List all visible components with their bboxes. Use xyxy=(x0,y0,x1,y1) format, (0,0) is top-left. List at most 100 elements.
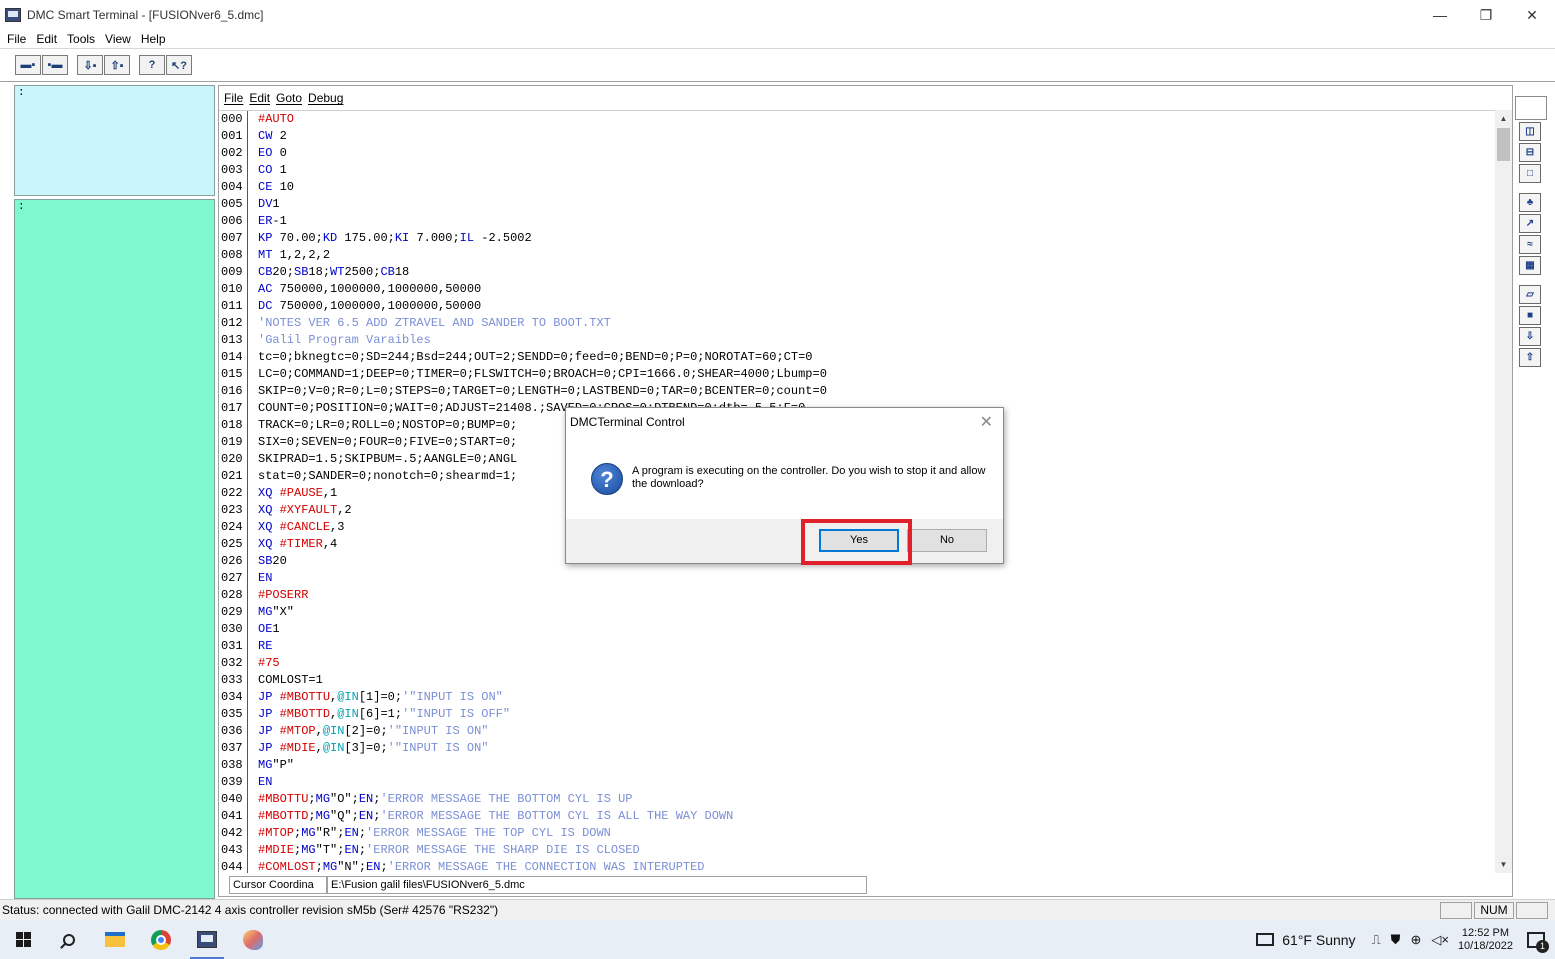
notifications-icon[interactable]: 1 xyxy=(1527,931,1549,953)
code-line[interactable]: 033 COMLOST=1 xyxy=(219,672,1497,689)
code-line[interactable]: 038 MG"P" xyxy=(219,757,1497,774)
single-window-icon[interactable]: □ xyxy=(1519,164,1541,183)
code-line[interactable]: 009 CB20;SB18;WT2500;CB18 xyxy=(219,264,1497,281)
line-number: 029 xyxy=(219,604,248,621)
help-icon[interactable]: ? xyxy=(139,55,165,75)
upload-program-icon[interactable]: ⇧ xyxy=(1519,348,1541,367)
tile-vertical-icon[interactable]: ◫ xyxy=(1519,122,1541,141)
code-line[interactable]: 034 JP #MBOTTU,@IN[1]=0;'"INPUT IS ON" xyxy=(219,689,1497,706)
context-help-icon[interactable]: ↖? xyxy=(166,55,192,75)
code-line[interactable]: 011 DC 750000,1000000,1000000,50000 xyxy=(219,298,1497,315)
code-line[interactable]: 016 SKIP=0;V=0;R=0;L=0;STEPS=0;TARGET=0;L… xyxy=(219,383,1497,400)
code-line[interactable]: 030 OE1 xyxy=(219,621,1497,638)
tile-horizontal-icon[interactable]: ⊟ xyxy=(1519,143,1541,162)
close-button[interactable]: ✕ xyxy=(1509,0,1555,30)
code-line[interactable]: 004 CE 10 xyxy=(219,179,1497,196)
volume-muted-icon[interactable]: ◁× xyxy=(1431,932,1449,948)
code-text: RE xyxy=(248,638,272,655)
code-line[interactable]: 043 #MDIE;MG"T";EN;'ERROR MESSAGE THE SHA… xyxy=(219,842,1497,859)
download-icon[interactable]: ⇩▪ xyxy=(77,55,103,75)
code-token: ; xyxy=(308,792,316,806)
code-line[interactable]: 013 'Galil Program Varaibles xyxy=(219,332,1497,349)
code-token: DV xyxy=(258,197,273,211)
code-line[interactable]: 010 AC 750000,1000000,1000000,50000 xyxy=(219,281,1497,298)
code-token: CB xyxy=(258,265,273,279)
code-line[interactable]: 039 EN xyxy=(219,774,1497,791)
search-button[interactable] xyxy=(46,920,92,959)
code-line[interactable]: 029 MG"X" xyxy=(219,604,1497,621)
save-file-icon[interactable]: ■ xyxy=(1519,306,1541,325)
editor-menu-file[interactable]: File xyxy=(221,88,246,108)
scroll-thumb[interactable] xyxy=(1497,128,1510,161)
code-line[interactable]: 027 EN xyxy=(219,570,1497,587)
open-file-icon[interactable]: ▱ xyxy=(1519,285,1541,304)
news-weather-icon[interactable] xyxy=(1256,933,1275,946)
dialog-message: A program is executing on the controller… xyxy=(632,465,986,490)
chrome-button[interactable] xyxy=(138,920,184,959)
code-text: JP #MTOP,@IN[2]=0;'"INPUT IS ON" xyxy=(248,723,488,740)
encoder-icon[interactable]: ≈ xyxy=(1519,235,1541,254)
code-line[interactable]: 005 DV1 xyxy=(219,196,1497,213)
menu-edit[interactable]: Edit xyxy=(31,30,62,48)
clock[interactable]: 12:52 PM 10/18/2022 xyxy=(1458,927,1513,953)
code-line[interactable]: 012 'NOTES VER 6.5 ADD ZTRAVEL AND SANDER… xyxy=(219,315,1497,332)
code-token: MT xyxy=(258,248,273,262)
code-line[interactable]: 006 ER-1 xyxy=(219,213,1497,230)
upload-icon[interactable]: ⇧▪ xyxy=(104,55,130,75)
code-line[interactable]: 003 CO 1 xyxy=(219,162,1497,179)
weather-text[interactable]: 61°F Sunny xyxy=(1282,932,1355,948)
code-line[interactable]: 035 JP #MBOTTD,@IN[6]=1;'"INPUT IS OFF" xyxy=(219,706,1497,723)
scroll-up-icon[interactable]: ▲ xyxy=(1495,110,1512,127)
editor-vertical-scrollbar[interactable]: ▲ ▼ xyxy=(1495,110,1512,873)
code-line[interactable]: 036 JP #MTOP,@IN[2]=0;'"INPUT IS ON" xyxy=(219,723,1497,740)
code-line[interactable]: 042 #MTOP;MG"R";EN;'ERROR MESSAGE THE TOP… xyxy=(219,825,1497,842)
connect-icon[interactable]: ▬▪ xyxy=(15,55,41,75)
code-text: MG"P" xyxy=(248,757,294,774)
maximize-button[interactable]: ❐ xyxy=(1463,0,1509,30)
code-line[interactable]: 044 #COMLOST;MG"N";EN;'ERROR MESSAGE THE … xyxy=(219,859,1497,873)
file-path: E:\Fusion galil files\FUSIONver6_5.dmc xyxy=(327,876,867,894)
paint-button[interactable] xyxy=(230,920,276,959)
code-line[interactable]: 037 JP #MDIE,@IN[3]=0;'"INPUT IS ON" xyxy=(219,740,1497,757)
code-token: TRACK=0;LR=0;ROLL=0;NOSTOP=0;BUMP=0; xyxy=(258,418,518,432)
usb-icon[interactable]: ⎍ xyxy=(1372,932,1381,948)
code-line[interactable]: 041 #MBOTTD;MG"Q";EN;'ERROR MESSAGE THE B… xyxy=(219,808,1497,825)
code-token: 0 xyxy=(272,146,287,160)
dialog-close-icon[interactable]: ✕ xyxy=(980,412,993,432)
editor-menu-debug[interactable]: Debug xyxy=(305,88,346,108)
editor-menu-goto[interactable]: Goto xyxy=(273,88,305,108)
code-line[interactable]: 000 #AUTO xyxy=(219,111,1497,128)
terminal-response-pane[interactable]: : xyxy=(14,85,215,196)
code-line[interactable]: 032 #75 xyxy=(219,655,1497,672)
disconnect-icon[interactable]: ▪▬ xyxy=(42,55,68,75)
start-button[interactable] xyxy=(0,920,46,959)
code-line[interactable]: 002 EO 0 xyxy=(219,145,1497,162)
code-line[interactable]: 040 #MBOTTU;MG"O";EN;'ERROR MESSAGE THE B… xyxy=(219,791,1497,808)
menu-file[interactable]: File xyxy=(2,30,31,48)
motion-icon[interactable]: ♣ xyxy=(1519,193,1541,212)
minimize-button[interactable]: — xyxy=(1417,0,1463,30)
menu-help[interactable]: Help xyxy=(136,30,171,48)
no-button[interactable]: No xyxy=(907,529,987,552)
terminal-command-pane[interactable]: : xyxy=(14,199,215,899)
code-line[interactable]: 028 #POSERR xyxy=(219,587,1497,604)
security-icon[interactable]: ⛊ xyxy=(1391,932,1401,948)
code-line[interactable]: 001 CW 2 xyxy=(219,128,1497,145)
file-explorer-button[interactable] xyxy=(92,920,138,959)
code-line[interactable]: 014 tc=0;bknegtc=0;SD=244;Bsd=244;OUT=2;S… xyxy=(219,349,1497,366)
code-text: 'NOTES VER 6.5 ADD ZTRAVEL AND SANDER TO… xyxy=(248,315,611,332)
download-program-icon[interactable]: ⇩ xyxy=(1519,327,1541,346)
axis-icon[interactable]: ↗ xyxy=(1519,214,1541,233)
code-line[interactable]: 007 KP 70.00;KD 175.00;KI 7.000;IL -2.500… xyxy=(219,230,1497,247)
menu-view[interactable]: View xyxy=(100,30,136,48)
editor-menu-edit[interactable]: Edit xyxy=(246,88,273,108)
dmc-terminal-taskbar-button[interactable] xyxy=(184,920,230,959)
program-icon[interactable]: ▦ xyxy=(1519,256,1541,275)
code-token: EN xyxy=(366,860,381,873)
scroll-down-icon[interactable]: ▼ xyxy=(1495,856,1512,873)
network-icon[interactable]: ⊕ xyxy=(1410,932,1421,948)
code-line[interactable]: 008 MT 1,2,2,2 xyxy=(219,247,1497,264)
code-line[interactable]: 015 LC=0;COMMAND=1;DEEP=0;TIMER=0;FLSWITC… xyxy=(219,366,1497,383)
menu-tools[interactable]: Tools xyxy=(62,30,100,48)
code-line[interactable]: 031 RE xyxy=(219,638,1497,655)
